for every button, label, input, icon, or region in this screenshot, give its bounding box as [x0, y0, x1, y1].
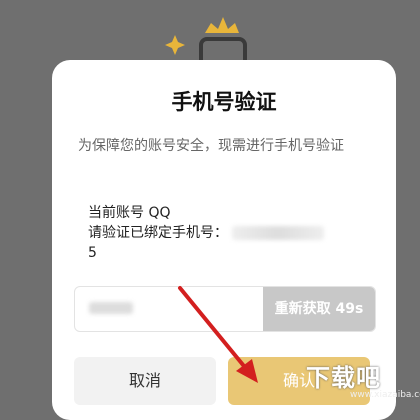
resend-code-button[interactable]: 重新获取 49s	[263, 287, 375, 331]
crown-illustration-icon	[165, 17, 247, 65]
current-account-label: 当前账号 QQ	[88, 205, 171, 221]
masked-phone-number	[232, 226, 324, 240]
watermark-url: www.xiazaiba.com	[350, 390, 420, 400]
red-arrow-annotation-icon	[178, 286, 258, 383]
watermark-logo: 下载吧 www.xiazaiba.com	[290, 352, 420, 407]
masked-code-value	[89, 302, 133, 314]
dialog-description: 为保障您的账号安全，现需进行手机号验证	[78, 138, 344, 154]
watermark-text: 下载吧	[306, 364, 381, 392]
phone-prompt-label: 请验证已绑定手机号：	[88, 225, 228, 241]
phone-prompt-row: 请验证已绑定手机号：	[88, 223, 358, 243]
phone-suffix: 5	[88, 245, 97, 261]
account-info: 当前账号 QQ 请验证已绑定手机号： 5	[88, 203, 358, 263]
dialog-title: 手机号验证	[171, 90, 277, 114]
